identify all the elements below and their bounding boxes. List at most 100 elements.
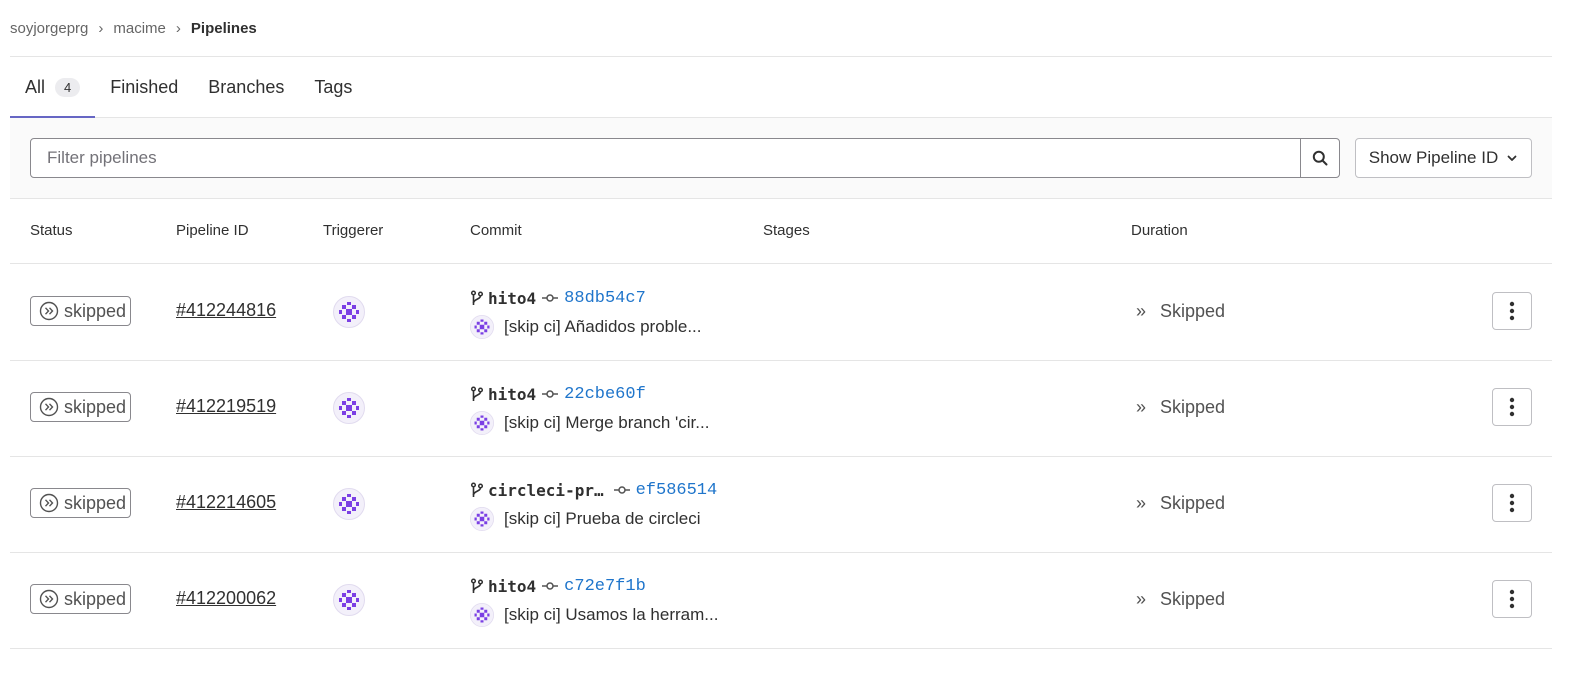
header-stages: Stages	[763, 222, 810, 239]
branch-name-link[interactable]: hito4	[488, 577, 536, 596]
commit-cell: hito4 c72e7f1b [skip ci] Usamos la herra…	[470, 575, 718, 628]
chevron-down-icon	[1507, 155, 1517, 161]
duration-label: Skipped	[1160, 493, 1226, 513]
breadcrumb-item-pipelines[interactable]: Pipelines	[191, 20, 257, 37]
search-icon	[1312, 150, 1328, 166]
status-skipped-icon	[39, 397, 59, 417]
commit-sha-link[interactable]: 88db54c7	[564, 289, 646, 308]
duration-cell: » Skipped	[1136, 301, 1225, 322]
header-status: Status	[30, 222, 73, 239]
branch-icon	[470, 386, 484, 401]
pipeline-id-link[interactable]: #412200062	[176, 588, 276, 609]
tab-finished[interactable]: Finished	[95, 57, 193, 117]
branch-icon	[470, 290, 484, 305]
triggerer-avatar[interactable]	[333, 392, 365, 424]
commit-icon	[542, 390, 559, 398]
breadcrumb-item-user[interactable]: soyjorgeprg	[10, 20, 88, 37]
status-badge[interactable]: skipped	[30, 296, 131, 326]
duration-cell: » Skipped	[1136, 493, 1225, 514]
table-header: Status Pipeline ID Triggerer Commit Stag…	[10, 199, 1552, 264]
commit-icon	[542, 294, 559, 302]
branch-icon	[470, 482, 484, 497]
table-row: skipped #412214605 circleci-pr… ef586514…	[10, 456, 1552, 553]
header-triggerer: Triggerer	[323, 222, 384, 239]
commit-icon	[542, 582, 559, 590]
status-label: skipped	[64, 492, 127, 513]
commit-cell: hito4 22cbe60f [skip ci] Merge branch 'c…	[470, 383, 709, 436]
double-chevron-right-icon: »	[1136, 397, 1147, 417]
filter-pipelines-input[interactable]	[31, 139, 1300, 177]
pipeline-id-link[interactable]: #412219519	[176, 396, 276, 417]
commit-sha-link[interactable]: ef586514	[636, 481, 718, 500]
duration-label: Skipped	[1160, 397, 1226, 417]
tab-tags[interactable]: Tags	[299, 57, 367, 117]
commit-message-link[interactable]: [skip ci] Merge branch 'cir...	[504, 413, 709, 433]
more-actions-button[interactable]	[1492, 484, 1532, 522]
filter-search-box	[30, 138, 1340, 178]
tab-all[interactable]: All 4	[10, 57, 96, 118]
duration-label: Skipped	[1160, 301, 1226, 321]
duration-cell: » Skipped	[1136, 397, 1225, 418]
double-chevron-right-icon: »	[1136, 493, 1147, 513]
status-badge[interactable]: skipped	[30, 584, 131, 614]
search-button[interactable]	[1300, 139, 1339, 177]
commit-author-avatar[interactable]	[470, 315, 494, 339]
triggerer-avatar[interactable]	[333, 584, 365, 616]
commit-author-avatar[interactable]	[470, 507, 494, 531]
triggerer-avatar[interactable]	[333, 296, 365, 328]
breadcrumb-separator: ›	[175, 19, 181, 37]
status-skipped-icon	[39, 493, 59, 513]
header-pipeline-id: Pipeline ID	[176, 222, 249, 239]
commit-icon	[613, 486, 630, 494]
branch-name-link[interactable]: circleci-pr…	[488, 481, 604, 500]
more-actions-button[interactable]	[1492, 292, 1532, 330]
commit-sha-link[interactable]: 22cbe60f	[564, 385, 646, 404]
tab-label: Tags	[314, 76, 353, 97]
duration-cell: » Skipped	[1136, 589, 1225, 610]
commit-author-avatar[interactable]	[470, 603, 494, 627]
status-label: skipped	[64, 300, 127, 321]
triggerer-avatar[interactable]	[333, 488, 365, 520]
status-label: skipped	[64, 588, 127, 609]
more-actions-button[interactable]	[1492, 580, 1532, 618]
show-pipeline-id-dropdown[interactable]: Show Pipeline ID	[1355, 138, 1532, 178]
pipelines-page: soyjorgeprg › macime › Pipelines All 4 F…	[0, 0, 1586, 676]
status-badge[interactable]: skipped	[30, 392, 131, 422]
double-chevron-right-icon: »	[1136, 301, 1147, 321]
table-row: skipped #412219519 hito4 22cbe60f [skip …	[10, 360, 1552, 457]
header-duration: Duration	[1131, 222, 1188, 239]
commit-message-link[interactable]: [skip ci] Prueba de circleci	[504, 509, 701, 529]
more-actions-button[interactable]	[1492, 388, 1532, 426]
table-row: skipped #412200062 hito4 c72e7f1b [skip …	[10, 552, 1552, 649]
commit-message-link[interactable]: [skip ci] Usamos la herram...	[504, 605, 718, 625]
ellipsis-v-icon	[1509, 589, 1515, 609]
table-row: skipped #412244816 hito4 88db54c7 [skip …	[10, 264, 1552, 361]
branch-name-link[interactable]: hito4	[488, 385, 536, 404]
tab-label: Branches	[208, 76, 285, 97]
pipeline-id-link[interactable]: #412244816	[176, 300, 276, 321]
dropdown-label: Show Pipeline ID	[1368, 148, 1499, 167]
ellipsis-v-icon	[1509, 397, 1515, 417]
breadcrumb-item-project[interactable]: macime	[113, 20, 166, 37]
header-commit: Commit	[470, 222, 522, 239]
branch-name-link[interactable]: hito4	[488, 289, 536, 308]
commit-cell: hito4 88db54c7 [skip ci] Añadidos proble…	[470, 287, 702, 340]
duration-label: Skipped	[1160, 589, 1226, 609]
breadcrumb: soyjorgeprg › macime › Pipelines	[10, 17, 257, 39]
commit-sha-link[interactable]: c72e7f1b	[564, 577, 646, 596]
status-badge[interactable]: skipped	[30, 488, 131, 518]
pipeline-id-link[interactable]: #412214605	[176, 492, 276, 513]
branch-icon	[470, 578, 484, 593]
filter-bar: Show Pipeline ID	[10, 118, 1552, 199]
commit-cell: circleci-pr… ef586514 [skip ci] Prueba d…	[470, 479, 717, 532]
breadcrumb-separator: ›	[98, 19, 104, 37]
commit-author-avatar[interactable]	[470, 411, 494, 435]
double-chevron-right-icon: »	[1136, 589, 1147, 609]
tab-label: All	[25, 76, 46, 97]
ellipsis-v-icon	[1509, 493, 1515, 513]
tab-count-badge: 4	[55, 77, 81, 97]
commit-message-link[interactable]: [skip ci] Añadidos proble...	[504, 317, 702, 337]
ellipsis-v-icon	[1509, 301, 1515, 321]
tab-branches[interactable]: Branches	[193, 57, 299, 117]
status-skipped-icon	[39, 589, 59, 609]
